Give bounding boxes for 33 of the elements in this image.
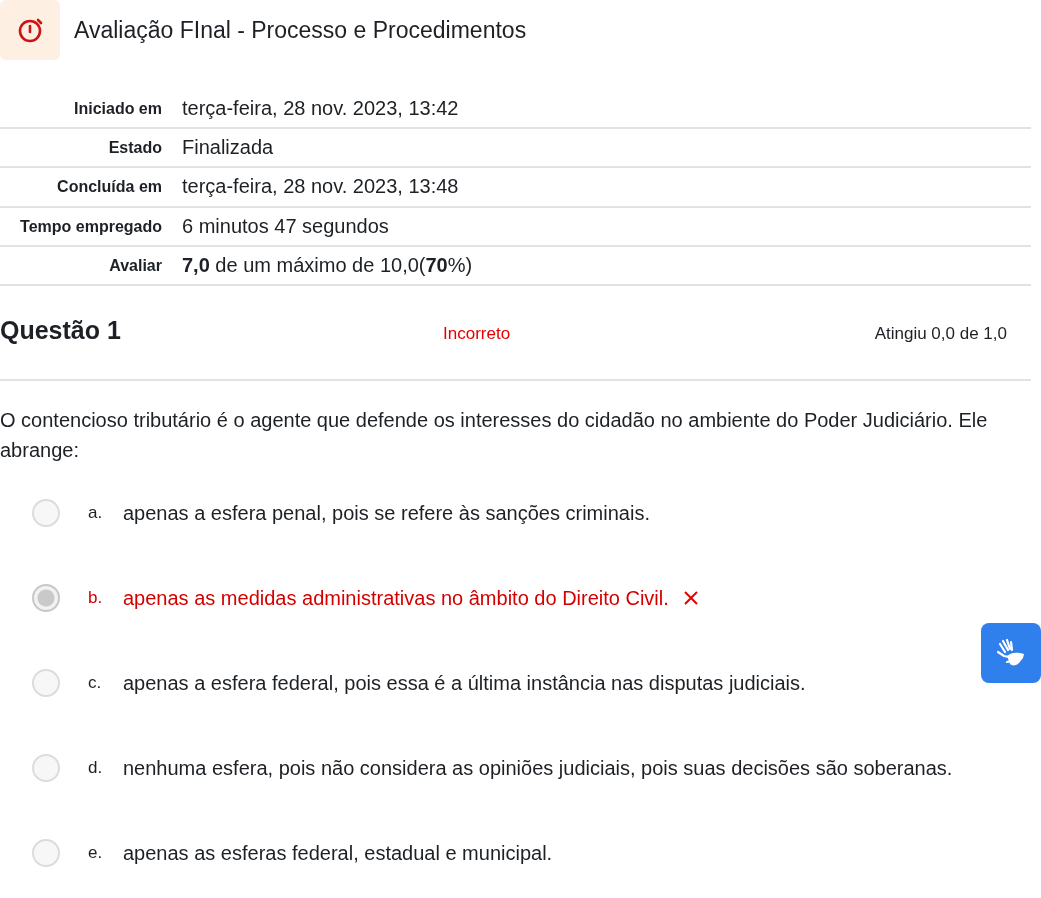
option-text: apenas as medidas administrativas no âmbito do Direito Civil. bbox=[123, 585, 669, 611]
question-heading: Questão 1 bbox=[0, 315, 122, 345]
option-letter: b. bbox=[88, 587, 104, 608]
summary-label: Concluída em bbox=[0, 167, 172, 207]
summary-value: Finalizada bbox=[172, 128, 1031, 168]
summary-value: 7,0 de um máximo de 10,0(70%) bbox=[172, 245, 1031, 285]
stopwatch-icon bbox=[0, 0, 60, 60]
radio-button[interactable] bbox=[32, 753, 60, 782]
sign-language-button[interactable] bbox=[981, 623, 1041, 683]
option-text: nenhuma esfera, pois não considera as opiniões judiciais, pois suas decisões são soberanas. bbox=[123, 755, 953, 781]
radio-button[interactable] bbox=[32, 583, 60, 612]
summary-label: Tempo empregado bbox=[0, 206, 172, 246]
option-text: apenas a esfera federal, pois essa é a última instância nas disputas judiciais. bbox=[123, 670, 806, 696]
question-grade: Atingiu 0,0 de 1,0 bbox=[874, 323, 1008, 345]
option-letter: d. bbox=[88, 757, 104, 778]
summary-label: Avaliar bbox=[0, 245, 172, 285]
option-letter: e. bbox=[88, 842, 104, 863]
radio-button[interactable] bbox=[32, 498, 60, 527]
option-letter: c. bbox=[88, 672, 103, 693]
summary-label: Estado bbox=[0, 128, 172, 168]
cross-icon bbox=[682, 589, 699, 606]
summary-value: 6 minutos 47 segundos bbox=[172, 206, 1031, 246]
radio-button[interactable] bbox=[32, 668, 60, 697]
summary-label: Iniciado em bbox=[0, 90, 172, 129]
question-status: Incorreto bbox=[443, 323, 512, 345]
option-text: apenas a esfera penal, pois se refere às sanções criminais. bbox=[123, 500, 650, 526]
summary-value: terça-feira, 28 nov. 2023, 13:48 bbox=[172, 167, 1031, 207]
question-text: O contencioso tributário é o agente que defende os interesses do cidadão no ambiente do Poder Judiciário. Ele abrange: bbox=[0, 407, 989, 463]
summary-value: terça-feira, 28 nov. 2023, 13:42 bbox=[172, 90, 1031, 129]
option-letter: a. bbox=[88, 502, 104, 523]
page-title: Avaliação FInal - Processo e Procedimentos bbox=[74, 16, 527, 44]
option-text: apenas as esferas federal, estadual e municipal. bbox=[123, 840, 553, 866]
radio-button[interactable] bbox=[32, 838, 60, 867]
